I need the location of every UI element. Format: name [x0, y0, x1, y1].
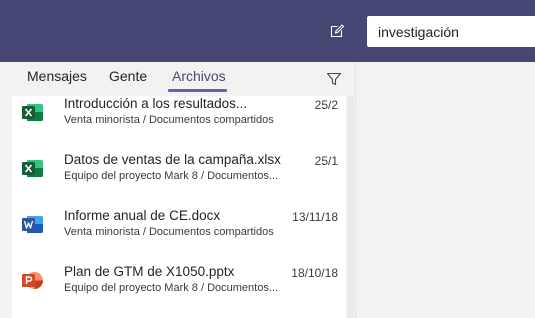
- powerpoint-icon: [22, 272, 43, 289]
- file-path: Equipo del proyecto Mark 8 / Documentos.…: [64, 282, 278, 294]
- tab-bar: Mensajes Gente Archivos: [0, 62, 355, 96]
- filter-icon: [326, 72, 342, 86]
- word-icon: [22, 216, 43, 233]
- excel-icon: [22, 104, 43, 121]
- filter-button[interactable]: [324, 69, 344, 89]
- compose-icon: [330, 24, 345, 38]
- tab-mensajes[interactable]: Mensajes: [27, 68, 87, 84]
- tab-archivos[interactable]: Archivos: [172, 68, 226, 84]
- tab-gente[interactable]: Gente: [109, 68, 147, 84]
- left-pane: Mensajes Gente Archivos Introducción a l…: [0, 62, 355, 318]
- list-item[interactable]: Informe anual de CE.docx Venta minorista…: [12, 208, 346, 264]
- file-list: Introducción a los resultados... Venta m…: [12, 96, 346, 318]
- file-path: Equipo del proyecto Mark 8 / Documentos.…: [64, 170, 278, 182]
- file-path: Venta minorista / Documentos compartidos: [64, 114, 274, 126]
- search-input[interactable]: [367, 16, 535, 47]
- compose-button[interactable]: [327, 21, 347, 41]
- file-name: Plan de GTM de X1050.pptx: [64, 264, 235, 279]
- file-name: Introducción a los resultados...: [64, 96, 248, 111]
- file-date: 13/11/18: [292, 210, 338, 224]
- list-item[interactable]: Introducción a los resultados... Venta m…: [12, 96, 346, 152]
- content-pane: [355, 62, 535, 318]
- file-name: Datos de ventas de la campaña.xlsx: [64, 152, 281, 167]
- scrollbar[interactable]: [346, 96, 355, 318]
- file-path: Venta minorista / Documentos compartidos: [64, 226, 274, 238]
- file-name: Informe anual de CE.docx: [64, 208, 221, 223]
- scrollbar-thumb[interactable]: [347, 96, 354, 318]
- top-bar: [0, 0, 535, 62]
- file-date: 25/2: [314, 98, 338, 112]
- file-date: 18/10/18: [291, 266, 338, 280]
- excel-icon: [22, 160, 43, 177]
- file-date: 25/1: [314, 154, 338, 168]
- list-item[interactable]: Plan de GTM de X1050.pptx Equipo del pro…: [12, 264, 346, 318]
- list-item[interactable]: Datos de ventas de la campaña.xlsx Equip…: [12, 152, 346, 208]
- active-tab-indicator: [168, 89, 227, 92]
